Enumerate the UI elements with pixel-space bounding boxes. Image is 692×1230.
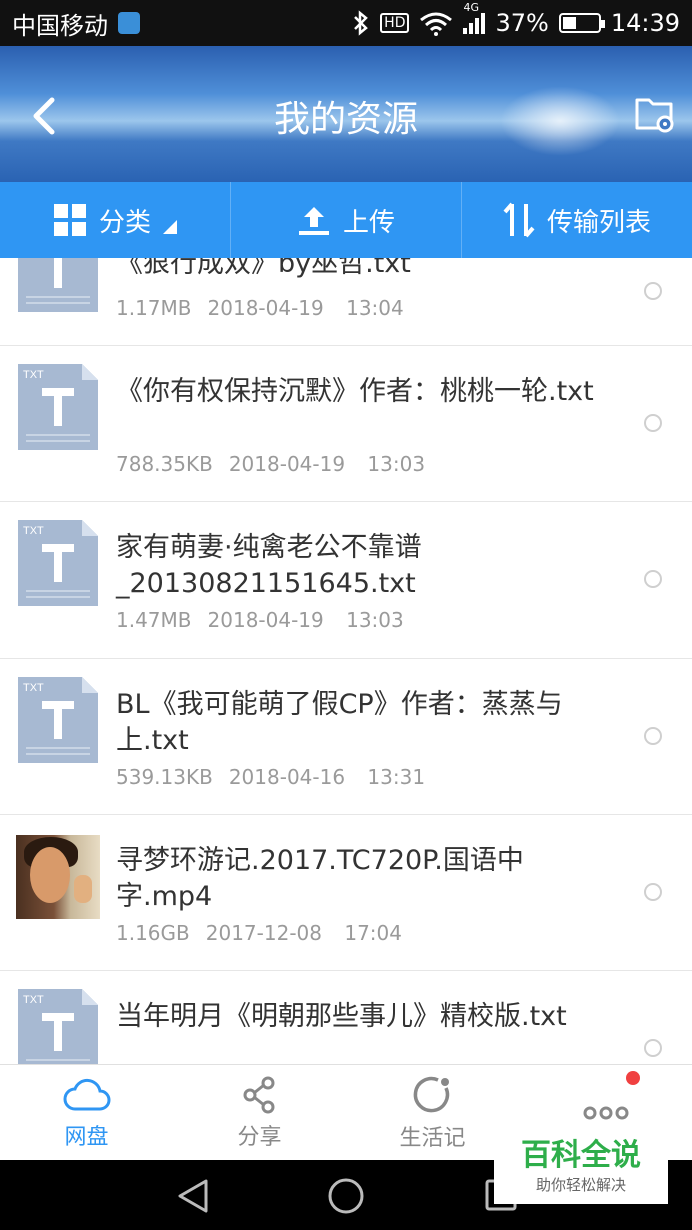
txt-label: TXT: [23, 525, 44, 537]
watermark-subtitle: 助你轻松解决: [535, 1176, 626, 1194]
file-time: 13:04: [346, 296, 404, 320]
watermark-title: 百科全说: [521, 1138, 641, 1173]
file-row[interactable]: TXT 《你有权保持沉默》作者：桃桃一轮.txt 788.35KB 2018-04…: [0, 346, 692, 502]
file-date: 2018-04-19: [207, 296, 324, 320]
transfer-list-button[interactable]: 传输列表: [462, 182, 692, 258]
file-date: 2018-04-16: [228, 765, 346, 789]
video-thumbnail: [16, 835, 100, 919]
transfer-list-label: 传输列表: [546, 207, 651, 238]
health-app-icon: [118, 12, 140, 34]
file-row[interactable]: TXT 当年明月《明朝那些事儿》精校版.txt: [0, 971, 692, 1064]
file-row[interactable]: TXT 家有萌妻·纯禽老公不靠谱_20130821151645.txt 1.47…: [0, 502, 692, 659]
battery-fill: [562, 17, 576, 29]
toolbar: 分类 上传 传输列表: [0, 182, 692, 258]
life-record-icon: [413, 1076, 449, 1112]
file-row[interactable]: 《狠行成双》by巫哲.txt 1.17MB 2018-04-19 13:04: [0, 258, 692, 346]
transfer-arrows-icon: [503, 202, 535, 238]
txt-file-icon: TXT: [18, 989, 98, 1064]
file-name: 《狠行成双》by巫哲.txt: [116, 258, 411, 279]
bluetooth-icon: [354, 10, 369, 36]
nav-cloud[interactable]: 网盘: [0, 1065, 173, 1160]
header: 我的资源: [0, 46, 692, 182]
txt-file-icon: TXT: [18, 677, 98, 763]
nav-share[interactable]: 分享: [173, 1065, 346, 1160]
signal-icon: 4G: [463, 1, 486, 34]
file-name: BL《我可能萌了假CP》作者：蒸蒸与上.txt: [116, 689, 563, 756]
system-back-icon[interactable]: [176, 1178, 210, 1214]
txt-file-icon: TXT: [18, 520, 98, 606]
notification-dot: [626, 1071, 640, 1085]
select-radio[interactable]: [644, 570, 662, 588]
cloud-icon: [63, 1078, 110, 1110]
system-home-icon[interactable]: [326, 1176, 366, 1216]
file-time: 17:04: [344, 921, 402, 945]
txt-label: TXT: [23, 682, 44, 694]
file-meta: 1.16GB 2017-12-08 17:04: [116, 921, 402, 945]
txt-label: TXT: [23, 369, 44, 381]
file-size: 1.16GB: [116, 921, 190, 945]
upload-label: 上传: [342, 207, 395, 238]
grid-icon: [53, 204, 86, 236]
file-date: 2018-04-19: [207, 608, 324, 632]
wifi-icon: [420, 12, 453, 36]
share-icon: [243, 1076, 274, 1113]
select-radio[interactable]: [644, 727, 662, 745]
more-icon: [583, 1106, 628, 1119]
file-meta: 1.47MB 2018-04-19 13:03: [116, 608, 404, 632]
select-radio[interactable]: [644, 1039, 662, 1057]
file-row[interactable]: 寻梦环游记.2017.TC720P.国语中字.mp4 1.16GB 2017-12…: [0, 815, 692, 971]
dropdown-caret-icon: [163, 220, 177, 234]
file-date: 2017-12-08: [205, 921, 322, 945]
watermark: 百科全说 助你轻松解决: [494, 1136, 668, 1204]
txt-file-icon: [18, 258, 98, 312]
category-label: 分类: [98, 207, 151, 238]
select-radio[interactable]: [644, 414, 662, 432]
upload-icon: [298, 207, 329, 235]
file-name: 寻梦环游记.2017.TC720P.国语中字.mp4: [116, 845, 524, 912]
file-size: 539.13KB: [116, 765, 213, 789]
file-time: 13:03: [367, 452, 426, 476]
txt-label: TXT: [23, 994, 44, 1006]
file-meta: 539.13KB 2018-04-16 13:31: [116, 765, 425, 789]
folder-settings-button[interactable]: [634, 90, 676, 138]
select-radio[interactable]: [644, 282, 662, 300]
file-list: 《狠行成双》by巫哲.txt 1.17MB 2018-04-19 13:04 TX…: [0, 258, 692, 1064]
nav-share-label: 分享: [237, 1124, 282, 1150]
file-meta: 788.35KB 2018-04-19 13:03: [116, 452, 425, 476]
file-time: 13:03: [346, 608, 404, 632]
clock: 14:39: [610, 9, 680, 37]
battery-percent: 37%: [495, 9, 549, 37]
page-title: 我的资源: [273, 99, 418, 140]
nav-life-label: 生活记: [399, 1125, 466, 1151]
file-size: 788.35KB: [116, 452, 213, 476]
file-size: 1.47MB: [116, 608, 192, 632]
upload-button[interactable]: 上传: [231, 182, 462, 258]
nav-cloud-label: 网盘: [64, 1124, 109, 1150]
select-radio[interactable]: [644, 883, 662, 901]
file-name: 家有萌妻·纯禽老公不靠谱_20130821151645.txt: [116, 532, 422, 599]
file-date: 2018-04-19: [228, 452, 346, 476]
file-size: 1.17MB: [116, 296, 192, 320]
status-bar: 中国移动 HD 4G 37% 14:39: [0, 0, 692, 46]
carrier-label: 中国移动: [12, 11, 108, 40]
file-row[interactable]: TXT BL《我可能萌了假CP》作者：蒸蒸与上.txt 539.13KB 2018…: [0, 659, 692, 815]
file-meta: 1.17MB 2018-04-19 13:04: [116, 296, 404, 320]
file-name: 《你有权保持沉默》作者：桃桃一轮.txt: [116, 376, 594, 407]
network-type-label: 4G: [463, 0, 480, 14]
category-button[interactable]: 分类: [0, 182, 231, 258]
status-left: 中国移动: [12, 6, 140, 41]
txt-file-icon: TXT: [18, 364, 98, 450]
file-time: 13:31: [367, 765, 426, 789]
file-name: 当年明月《明朝那些事儿》精校版.txt: [116, 1001, 567, 1032]
battery-icon: [558, 13, 605, 33]
status-right: HD 4G 37% 14:39: [352, 1, 680, 37]
hd-badge: HD: [380, 13, 410, 33]
